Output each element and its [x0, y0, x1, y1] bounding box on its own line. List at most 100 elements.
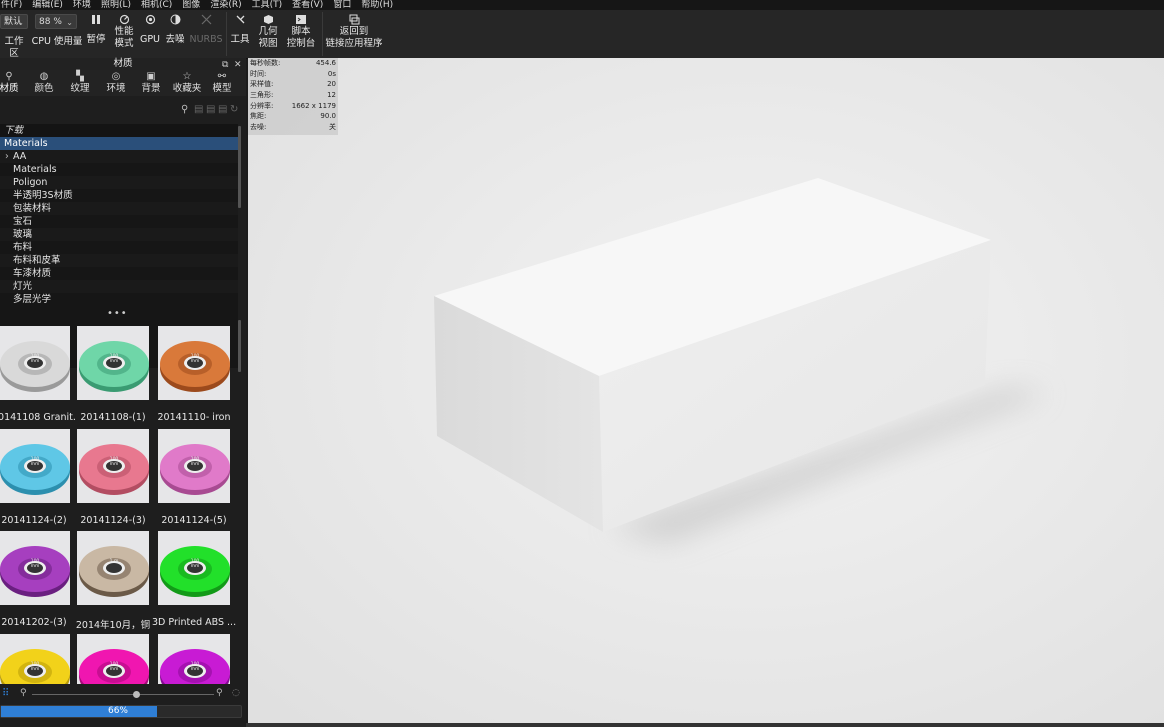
- image-icon: ▣: [146, 71, 156, 82]
- toolbar-divider: [322, 12, 323, 56]
- render-viewport[interactable]: 每秒帧数: 454.6 时间: 0s 采样值: 20 三角形: 12 分辨率: 1662 x 11…: [248, 58, 1164, 723]
- tree-item[interactable]: 灯光: [0, 280, 238, 293]
- nurbs-button[interactable]: NURBS: [188, 10, 224, 58]
- menu-window[interactable]: 窗口: [332, 0, 352, 10]
- zoom-in-icon[interactable]: ⚲: [216, 688, 223, 698]
- thumbnail-label: 100 mm: [190, 354, 200, 364]
- menu-camera[interactable]: 相机(C): [140, 0, 173, 10]
- performance-mode-label: 性能 模式: [114, 26, 134, 49]
- geometry-view-button[interactable]: 几何 视图: [254, 10, 282, 58]
- tree-item[interactable]: 布料: [0, 241, 238, 254]
- grid-scrollbar[interactable]: [238, 320, 241, 372]
- tab-backgrounds[interactable]: ▣ 背景: [134, 70, 168, 96]
- tree-item[interactable]: 布料和皮革: [0, 254, 238, 267]
- material-thumbnail: 100 mm: [158, 429, 230, 503]
- refresh-icon[interactable]: ↻: [230, 104, 238, 115]
- material-preview-icon: [77, 634, 149, 684]
- menu-render[interactable]: 渲染(R): [209, 0, 242, 10]
- stat-value: 12: [327, 91, 336, 100]
- search-icon[interactable]: ⚲: [181, 104, 188, 115]
- chevron-right-icon[interactable]: ›: [5, 150, 9, 163]
- folder-add-icon[interactable]: ▤: [194, 104, 203, 115]
- tree-item[interactable]: Materials: [0, 137, 238, 150]
- material-thumbnail: 100 mm: [158, 634, 230, 684]
- stat-row: 去噪: 关: [248, 122, 338, 133]
- menu-environment[interactable]: 环境: [72, 0, 92, 10]
- menu-file[interactable]: 件(F): [0, 0, 23, 10]
- material-thumbnail: 100 mm: [77, 326, 149, 400]
- tree-item[interactable]: 宝石: [0, 215, 238, 228]
- material-name: 20141108-(1): [80, 412, 146, 423]
- nurbs-icon: [201, 14, 211, 25]
- denoise-icon: [170, 14, 180, 25]
- folder-icon[interactable]: ▤: [206, 104, 215, 115]
- thumbnail-label: 100 mm: [109, 354, 119, 364]
- menu-view[interactable]: 查看(V): [291, 0, 324, 10]
- pause-label: 暂停: [86, 34, 106, 45]
- tab-colors-label: 颜色: [34, 83, 54, 94]
- material-name: 20141124-(2): [1, 515, 67, 526]
- geometry-view-label: 几何 视图: [258, 26, 278, 49]
- cpu-usage-dropdown[interactable]: 88 % ⌄: [35, 14, 77, 29]
- cube-icon: [263, 15, 273, 24]
- tree-scrollbar[interactable]: [238, 126, 241, 208]
- material-thumbnail: 100 mm: [158, 531, 230, 605]
- material-preview-icon: [77, 531, 149, 605]
- tab-models[interactable]: ⚯ 模型: [205, 70, 239, 96]
- material-name: 20141124-(3): [80, 515, 146, 526]
- tree-item-label: Poligon: [13, 177, 48, 188]
- script-console-button[interactable]: 脚本 控制台: [284, 10, 318, 58]
- main-toolbar: 默认 ⌄ 工作区 88 % ⌄ CPU 使用量 暂停 性能 模式 GPU 去噪 NU…: [0, 10, 1164, 59]
- thumbnail-label: 100 mm: [30, 457, 40, 467]
- tree-item[interactable]: Materials: [0, 163, 238, 176]
- toolbar-divider: [226, 12, 227, 56]
- material-name: 20141108 Granit...: [0, 412, 76, 423]
- splitter-handle[interactable]: •••: [107, 308, 128, 319]
- tree-item-label: 宝石: [13, 216, 33, 227]
- tab-textures[interactable]: ▚ 纹理: [63, 70, 97, 96]
- script-console-label: 脚本 控制台: [286, 26, 316, 49]
- return-to-linked-app-button[interactable]: 返回到 链接应用程序: [324, 10, 384, 58]
- stat-key: 焦距:: [250, 112, 267, 121]
- material-icon: ⚲: [5, 71, 13, 82]
- cpu-usage-value: 88 %: [39, 17, 62, 27]
- panel-title-bar: 材质 ⧉ ✕: [0, 58, 246, 70]
- denoise-label: 去噪: [165, 34, 185, 45]
- tree-item[interactable]: › AA: [0, 150, 238, 163]
- tree-item[interactable]: 车漆材质: [0, 267, 238, 280]
- zoom-out-icon[interactable]: ⚲: [20, 688, 27, 698]
- material-name: 20141202-(3): [1, 617, 67, 628]
- gpu-button[interactable]: GPU: [138, 10, 162, 58]
- tree-item-label: 半透明3S材质: [13, 190, 73, 201]
- tree-item-label: 多层光学: [13, 294, 52, 305]
- tree-item[interactable]: Poligon: [0, 176, 238, 189]
- menu-help[interactable]: 帮助(H): [360, 0, 394, 10]
- pause-button[interactable]: 暂停: [84, 10, 108, 58]
- menu-edit[interactable]: 编辑(E): [31, 0, 64, 10]
- menu-lighting[interactable]: 照明(L): [100, 0, 132, 10]
- tree-item[interactable]: 包装材料: [0, 202, 238, 215]
- menu-tools[interactable]: 工具(T): [251, 0, 284, 10]
- menu-image[interactable]: 图像: [181, 0, 201, 10]
- thumbnail-size-slider[interactable]: [32, 694, 214, 695]
- panel-title: 材质: [113, 58, 133, 69]
- folder-remove-icon[interactable]: ▤: [218, 104, 227, 115]
- tree-item[interactable]: 玻璃: [0, 228, 238, 241]
- stat-key: 去噪:: [250, 123, 267, 132]
- tools-button[interactable]: 工具: [228, 10, 252, 58]
- tab-models-label: 模型: [212, 83, 232, 94]
- tab-materials[interactable]: ⚲ 材质: [0, 70, 26, 96]
- thumbnail-label: 1 m: [109, 559, 119, 564]
- tab-colors[interactable]: ◍ 颜色: [27, 70, 61, 96]
- slider-thumb[interactable]: [133, 691, 140, 698]
- denoise-button[interactable]: 去噪: [163, 10, 187, 58]
- tab-environments[interactable]: ◎ 环境: [99, 70, 133, 96]
- tree-item[interactable]: 多层光学: [0, 293, 238, 306]
- tab-favorites[interactable]: ☆ 收藏夹: [170, 70, 204, 96]
- settings-icon[interactable]: ◌: [232, 688, 240, 698]
- performance-mode-button[interactable]: 性能 模式: [110, 10, 138, 58]
- workspace-dropdown[interactable]: 默认 ⌄: [0, 14, 28, 29]
- thumbnail-size-controls: ⠿ ⚲ ⚲ ◌: [0, 688, 246, 701]
- tree-item[interactable]: 半透明3S材质: [0, 189, 238, 202]
- grid-view-icon[interactable]: ⠿: [2, 688, 9, 699]
